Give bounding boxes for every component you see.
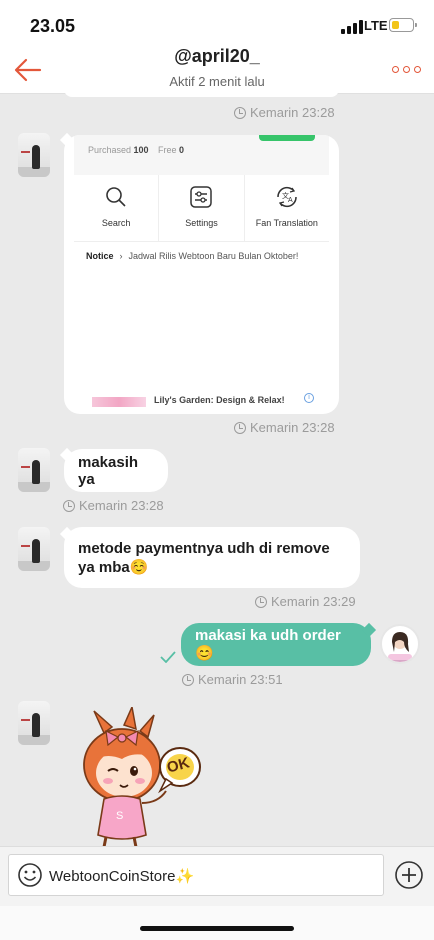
search-icon	[106, 187, 126, 207]
avatar[interactable]	[18, 448, 50, 492]
clock-icon	[255, 595, 267, 608]
svg-text:A: A	[288, 197, 293, 204]
message-timestamp: Kemarin 23:28	[63, 498, 164, 513]
message-timestamp: Kemarin 23:29	[255, 594, 356, 609]
battery-fill	[392, 21, 399, 29]
my-message-bubble[interactable]: makasi ka udh order😊	[181, 623, 371, 666]
chat-header: @april20_ Aktif 2 menit lalu	[0, 46, 434, 94]
svg-text:S: S	[116, 810, 123, 822]
my-avatar[interactable]	[380, 624, 420, 664]
message-timestamp: Kemarin 23:28	[234, 420, 335, 435]
message-bubble	[64, 89, 339, 97]
sticker-ok-girl[interactable]: S	[74, 707, 208, 847]
network-type: LTE	[364, 18, 388, 33]
message-timestamp: Kemarin 23:28	[234, 105, 335, 120]
home-indicator	[0, 906, 434, 940]
message-input-value: WebtoonCoinStore✨	[49, 868, 195, 885]
image-message[interactable]: Purchased 100 Free 0 Search Settings 文A …	[64, 135, 339, 414]
check-icon	[160, 651, 176, 663]
status-time: 23.05	[30, 16, 76, 36]
info-icon: i	[304, 393, 314, 403]
more-dots-icon[interactable]	[392, 66, 421, 73]
menu-fan-translation: 文A Fan Translation	[245, 175, 329, 241]
menu-settings: Settings	[159, 175, 245, 241]
status-bar: 23.05 LTE	[0, 0, 434, 46]
settings-sliders-icon	[190, 186, 213, 208]
clock-icon	[234, 421, 246, 434]
signal-icon	[341, 20, 363, 34]
plus-circle-icon[interactable]	[394, 860, 424, 890]
chat-thread[interactable]: Kemarin 23:28 Purchased 100 Free 0 Searc…	[0, 89, 434, 847]
chat-title: @april20_	[174, 46, 260, 66]
message-input[interactable]: WebtoonCoinStore✨	[8, 854, 384, 896]
fan-translation-icon: 文A	[277, 186, 297, 208]
clock-icon	[234, 106, 246, 119]
smiley-icon[interactable]	[17, 862, 43, 888]
message-input-bar: WebtoonCoinStore✨	[0, 846, 434, 906]
clock-icon	[63, 499, 75, 512]
avatar[interactable]	[18, 527, 50, 571]
ad-banner: Lily's Garden: Design & Relax! i	[86, 393, 326, 407]
message-bubble[interactable]: makasih ya	[64, 449, 168, 492]
message-timestamp: Kemarin 23:51	[182, 672, 283, 687]
avatar[interactable]	[18, 701, 50, 745]
battery-icon	[389, 18, 417, 32]
message-bubble[interactable]: metode paymentnya udh di remove ya mba☺️	[64, 527, 360, 588]
menu-search: Search	[74, 175, 160, 241]
clock-icon	[182, 673, 194, 686]
notice-row: Notice › Jadwal Rilis Webtoon Baru Bulan O…	[86, 251, 299, 261]
avatar[interactable]	[18, 133, 50, 177]
chat-status: Aktif 2 menit lalu	[169, 74, 265, 89]
